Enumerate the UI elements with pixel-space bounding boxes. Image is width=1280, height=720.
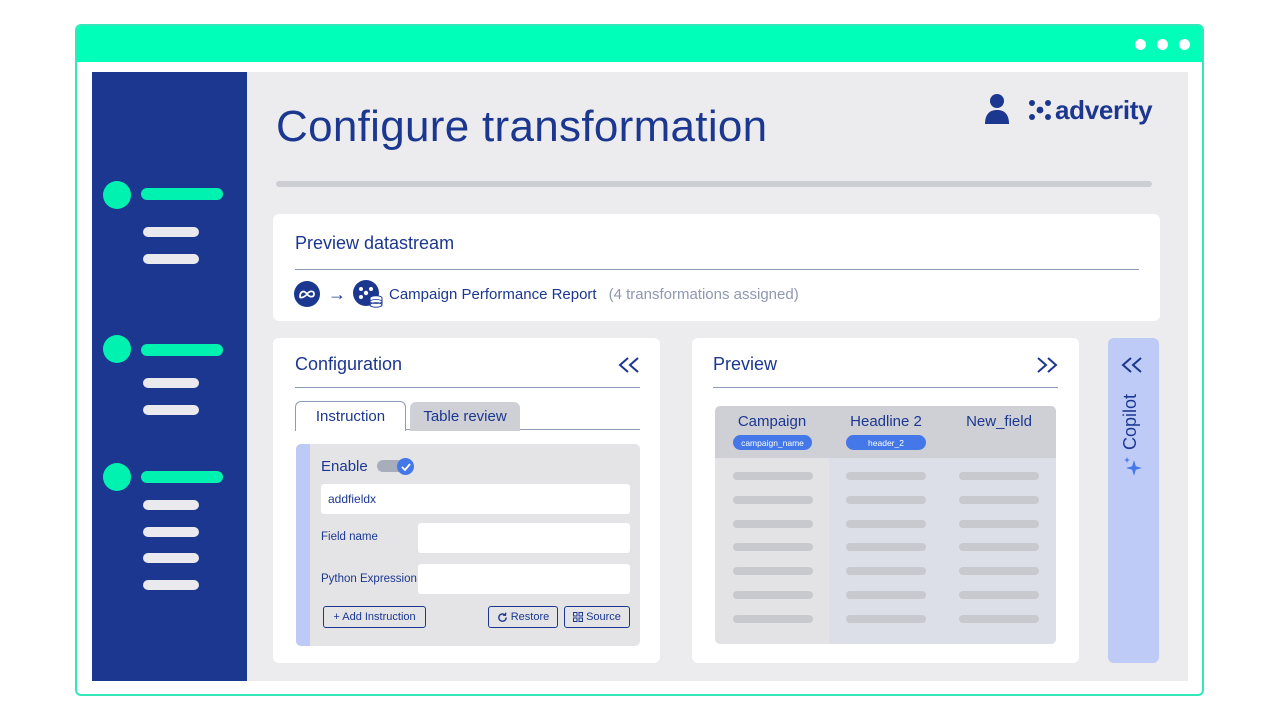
- placeholder-cell: [959, 615, 1039, 623]
- transformations-count: (4 transformations assigned): [608, 285, 799, 303]
- placeholder-cell: [733, 520, 813, 528]
- datastream-source-icon: [353, 280, 383, 308]
- window-dot[interactable]: [1179, 39, 1190, 50]
- datastream-name[interactable]: Campaign Performance Report: [389, 286, 597, 303]
- datastream-row[interactable]: → Campaign Performance Report (4 transfo…: [294, 280, 799, 308]
- copilot-label[interactable]: Copilot: [1120, 394, 1141, 450]
- divider: [295, 269, 1139, 270]
- chevron-double-left-icon[interactable]: [1120, 356, 1144, 374]
- window-dot[interactable]: [1157, 39, 1168, 50]
- tab-table-review[interactable]: Table review: [410, 402, 520, 431]
- copilot-panel[interactable]: [1108, 338, 1159, 663]
- field-name-input[interactable]: [418, 523, 630, 553]
- sidebar-subitem[interactable]: [143, 527, 199, 537]
- divider: [295, 387, 640, 388]
- title-divider: [276, 181, 1152, 187]
- field-tag: campaign_name: [733, 435, 812, 450]
- source-label: Source: [586, 611, 621, 623]
- instruction-drag-strip[interactable]: [296, 444, 310, 646]
- configuration-title: Configuration: [295, 354, 403, 374]
- python-expression-label: Python Expression: [321, 573, 417, 585]
- sidebar-item[interactable]: [141, 471, 223, 483]
- window-dot[interactable]: [1135, 39, 1146, 50]
- placeholder-cell: [846, 543, 926, 551]
- restore-button[interactable]: Restore: [488, 606, 558, 628]
- placeholder-cell: [846, 567, 926, 575]
- sidebar-item[interactable]: [141, 188, 223, 200]
- sidebar-subitem[interactable]: [143, 553, 199, 563]
- placeholder-cell: [733, 543, 813, 551]
- field-tag: header_2: [846, 435, 926, 450]
- placeholder-cell: [846, 472, 926, 480]
- placeholder-cell: [959, 472, 1039, 480]
- sidebar-nav-icon[interactable]: [103, 181, 131, 209]
- refresh-icon: [497, 612, 507, 622]
- preview-title: Preview: [713, 354, 778, 374]
- user-icon[interactable]: [983, 93, 1011, 125]
- column-header-new-field[interactable]: New_field: [942, 413, 1056, 430]
- sidebar-subitem[interactable]: [143, 500, 199, 510]
- placeholder-cell: [846, 591, 926, 599]
- placeholder-cell: [959, 496, 1039, 504]
- sidebar-subitem[interactable]: [143, 227, 199, 237]
- sidebar: [92, 72, 247, 681]
- meta-icon: [294, 281, 320, 307]
- placeholder-cell: [733, 591, 813, 599]
- column-header-headline-2[interactable]: Headline 2: [829, 413, 943, 430]
- source-button[interactable]: Source: [564, 606, 630, 628]
- check-icon: [397, 458, 414, 475]
- enable-toggle[interactable]: [377, 458, 414, 475]
- tab-instruction[interactable]: Instruction: [295, 401, 406, 431]
- grid-icon: [573, 612, 584, 622]
- sidebar-subitem[interactable]: [143, 378, 199, 388]
- preview-datastream-title: Preview datastream: [295, 233, 455, 253]
- chevron-double-left-icon[interactable]: [617, 356, 641, 374]
- sidebar-nav-icon[interactable]: [103, 335, 131, 363]
- python-expression-input[interactable]: [418, 564, 630, 594]
- placeholder-cell: [846, 520, 926, 528]
- placeholder-cell: [959, 591, 1039, 599]
- instruction-name-field[interactable]: addfieldx: [321, 484, 630, 514]
- placeholder-cell: [733, 567, 813, 575]
- page-title: Configure transformation: [276, 102, 768, 151]
- sidebar-subitem[interactable]: [143, 580, 199, 590]
- title-bar: [77, 26, 1202, 62]
- divider: [713, 387, 1058, 388]
- arrow-icon: →: [328, 283, 346, 304]
- placeholder-cell: [733, 615, 813, 623]
- restore-label: Restore: [510, 611, 550, 623]
- chevron-double-right-icon[interactable]: [1035, 356, 1059, 374]
- brand-logo: adverity: [1028, 94, 1153, 125]
- placeholder-cell: [846, 615, 926, 623]
- sparkle-icon: [1124, 457, 1142, 476]
- preview-table: Campaign Headline 2 New_field campaign_n…: [715, 406, 1056, 644]
- add-instruction-button[interactable]: + Add Instruction: [323, 606, 426, 628]
- sidebar-item[interactable]: [141, 344, 223, 356]
- placeholder-cell: [959, 567, 1039, 575]
- sidebar-nav-icon[interactable]: [103, 463, 131, 491]
- placeholder-cell: [733, 472, 813, 480]
- placeholder-cell: [959, 520, 1039, 528]
- placeholder-cell: [959, 543, 1039, 551]
- sidebar-subitem[interactable]: [143, 405, 199, 415]
- placeholder-cell: [846, 496, 926, 504]
- sidebar-subitem[interactable]: [143, 254, 199, 264]
- enable-label: Enable: [321, 458, 368, 475]
- adverity-logo-icon: [1029, 100, 1051, 120]
- placeholder-cell: [733, 496, 813, 504]
- column-header-campaign[interactable]: Campaign: [715, 413, 829, 430]
- brand-name: adverity: [1055, 94, 1153, 125]
- field-name-label: Field name: [321, 531, 378, 543]
